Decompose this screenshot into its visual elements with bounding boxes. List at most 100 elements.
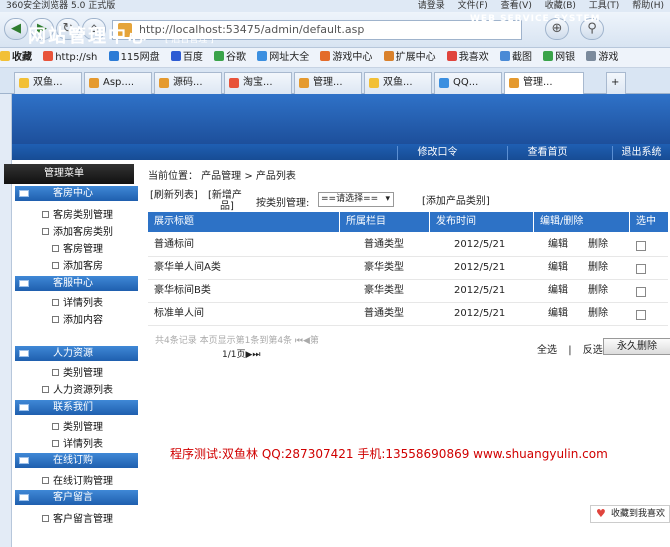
invert-selection-link[interactable]: 反选 bbox=[583, 345, 603, 356]
sidebar-section-contact[interactable]: 联系我们 bbox=[15, 400, 138, 415]
page-icon bbox=[52, 440, 59, 447]
row-checkbox[interactable] bbox=[636, 264, 646, 274]
sidebar-item-detail-list[interactable]: 详情列表 bbox=[52, 294, 103, 309]
sidebar-item-hr-category[interactable]: 类别管理 bbox=[52, 364, 103, 379]
menu-help[interactable]: 帮助(H) bbox=[632, 1, 664, 11]
browser-tab[interactable]: QQ... bbox=[434, 72, 502, 94]
row-date: 2012/5/21 bbox=[454, 262, 506, 273]
bookmark-item[interactable]: 我喜欢 bbox=[446, 51, 489, 63]
browser-title-bar: 360安全浏览器 5.0 正式版 请登录 文件(F) 查看(V) 收藏(B) 工… bbox=[0, 0, 670, 12]
change-password-link[interactable]: 修改口令 bbox=[397, 146, 477, 160]
bookmark-item[interactable]: 游戏中心 bbox=[320, 51, 372, 63]
bookmark-item[interactable]: 网址大全 bbox=[257, 51, 309, 63]
sidebar-section-rooms[interactable]: 客房中心 bbox=[15, 186, 138, 201]
folder-icon bbox=[19, 190, 29, 197]
delete-link[interactable]: 删除 bbox=[588, 257, 608, 279]
view-home-link[interactable]: 查看首页 bbox=[507, 146, 587, 160]
sidebar-item-hr-list[interactable]: 人力资源列表 bbox=[42, 381, 113, 396]
footer-info: 程序测试:双鱼林 QQ:287307421 手机:13558690869 www… bbox=[170, 447, 608, 461]
edit-link[interactable]: 编辑 bbox=[548, 257, 568, 279]
sidebar-item-contact-category[interactable]: 类别管理 bbox=[52, 418, 103, 433]
row-checkbox[interactable] bbox=[636, 287, 646, 297]
site-icon bbox=[299, 78, 309, 88]
sidebar-item-add-room-category[interactable]: 添加客房类别 bbox=[42, 223, 113, 238]
menu-view[interactable]: 查看(V) bbox=[501, 1, 532, 11]
category-select[interactable]: ==请选择== ▾ bbox=[318, 192, 394, 207]
site-icon bbox=[509, 78, 519, 88]
new-tab-button[interactable]: + bbox=[606, 72, 626, 94]
browser-tab[interactable]: 管理... bbox=[294, 72, 362, 94]
refresh-list-link[interactable]: [刷新列表] bbox=[150, 186, 198, 201]
menu-favorites[interactable]: 收藏(B) bbox=[545, 1, 576, 11]
sidebar-section-messages[interactable]: 客户留言 bbox=[15, 490, 138, 505]
browser-tab[interactable]: 淘宝... bbox=[224, 72, 292, 94]
bookmark-favorites[interactable]: 收藏 bbox=[0, 51, 32, 63]
table-row: 豪华单人间A类 豪华类型 2012/5/21 编辑 删除 bbox=[148, 257, 668, 280]
edit-link[interactable]: 编辑 bbox=[548, 280, 568, 302]
sidebar-section-orders[interactable]: 在线订购 bbox=[15, 453, 138, 468]
sidebar-item-message-manage[interactable]: 客户留言管理 bbox=[42, 510, 113, 525]
site-icon bbox=[43, 51, 54, 61]
star-icon bbox=[369, 78, 379, 88]
bookmark-item[interactable]: 网银 bbox=[543, 51, 575, 63]
browser-title: 360安全浏览器 5.0 正式版 bbox=[6, 1, 116, 11]
browser-tab[interactable]: 双鱼... bbox=[364, 72, 432, 94]
sidebar-item-contact-list[interactable]: 详情列表 bbox=[52, 435, 103, 450]
bookmark-item[interactable]: 百度 bbox=[170, 51, 203, 63]
paw-icon bbox=[170, 51, 181, 61]
pagination-pages[interactable]: 1/1页▶⏭ bbox=[222, 347, 261, 360]
select-all-link[interactable]: 全选 bbox=[537, 345, 557, 356]
folder-icon bbox=[19, 404, 29, 411]
browser-tab[interactable]: 源码... bbox=[154, 72, 222, 94]
scissors-icon bbox=[499, 51, 510, 61]
delete-forever-button[interactable]: 永久删除 bbox=[603, 338, 670, 355]
bookmark-item[interactable]: 扩展中心 bbox=[383, 51, 436, 63]
game-icon bbox=[586, 51, 597, 61]
browser-menu: 请登录 文件(F) 查看(V) 收藏(B) 工具(T) 帮助(H) bbox=[408, 0, 664, 12]
menu-tools[interactable]: 工具(T) bbox=[589, 1, 620, 11]
site-subtitle: [ 后台管理 ] bbox=[165, 35, 214, 45]
bookmark-item[interactable]: http://sh bbox=[43, 51, 97, 63]
row-checkbox[interactable] bbox=[636, 241, 646, 251]
column-select: 选中 bbox=[636, 216, 656, 227]
delete-link[interactable]: 删除 bbox=[588, 280, 608, 302]
sidebar-item-add-room[interactable]: 添加客房 bbox=[52, 257, 103, 272]
selection-links: 全选 | 反选 bbox=[537, 341, 603, 356]
folder-icon bbox=[19, 350, 29, 357]
link-separator: | bbox=[568, 345, 572, 356]
edit-link[interactable]: 编辑 bbox=[548, 234, 568, 256]
row-checkbox[interactable] bbox=[636, 310, 646, 320]
heart-icon bbox=[446, 51, 457, 61]
bookmark-item[interactable]: 游戏 bbox=[586, 51, 618, 63]
row-category: 豪华类型 bbox=[364, 262, 404, 273]
add-category-link[interactable]: [添加产品类别] bbox=[422, 192, 490, 207]
browser-tab[interactable]: 双鱼... bbox=[14, 72, 82, 94]
delete-link[interactable]: 删除 bbox=[588, 234, 608, 256]
logout-link[interactable]: 退出系统 bbox=[612, 146, 670, 160]
sidebar-section-hr[interactable]: 人力资源 bbox=[15, 346, 138, 361]
column-date: 发布时间 bbox=[430, 212, 534, 232]
sidebar-item-room-category[interactable]: 客房类别管理 bbox=[42, 206, 113, 221]
back-button[interactable]: ◀ bbox=[4, 18, 28, 40]
bookmark-item[interactable]: 截图 bbox=[499, 51, 532, 63]
login-link[interactable]: 请登录 bbox=[418, 1, 445, 11]
edit-link[interactable]: 编辑 bbox=[548, 303, 568, 325]
add-product-link-2[interactable]: 品] bbox=[220, 197, 234, 212]
browser-tab[interactable]: Asp.... bbox=[84, 72, 152, 94]
sidebar-item-order-manage[interactable]: 在线订购管理 bbox=[42, 472, 113, 487]
table-row: 普通标间 普通类型 2012/5/21 编辑 删除 bbox=[148, 234, 668, 257]
sidebar-section-service[interactable]: 客服中心 bbox=[15, 276, 138, 291]
site-icon bbox=[214, 51, 225, 61]
delete-link[interactable]: 删除 bbox=[588, 303, 608, 325]
menu-file[interactable]: 文件(F) bbox=[458, 1, 488, 11]
add-favorite-button[interactable]: ♥ 收藏到我喜欢 bbox=[590, 505, 670, 523]
row-title: 豪华单人间A类 bbox=[154, 262, 221, 273]
column-edit: 编辑/删除 bbox=[534, 212, 630, 232]
sidebar-item-add-content[interactable]: 添加内容 bbox=[52, 311, 103, 326]
chevron-down-icon: ▾ bbox=[385, 194, 390, 204]
sidebar-item-room-manage[interactable]: 客房管理 bbox=[52, 240, 103, 255]
bookmark-item[interactable]: 谷歌 bbox=[214, 51, 246, 63]
page-icon bbox=[52, 245, 59, 252]
browser-tab-active[interactable]: 管理... bbox=[504, 72, 584, 95]
bookmark-item[interactable]: 115网盘 bbox=[108, 51, 160, 63]
